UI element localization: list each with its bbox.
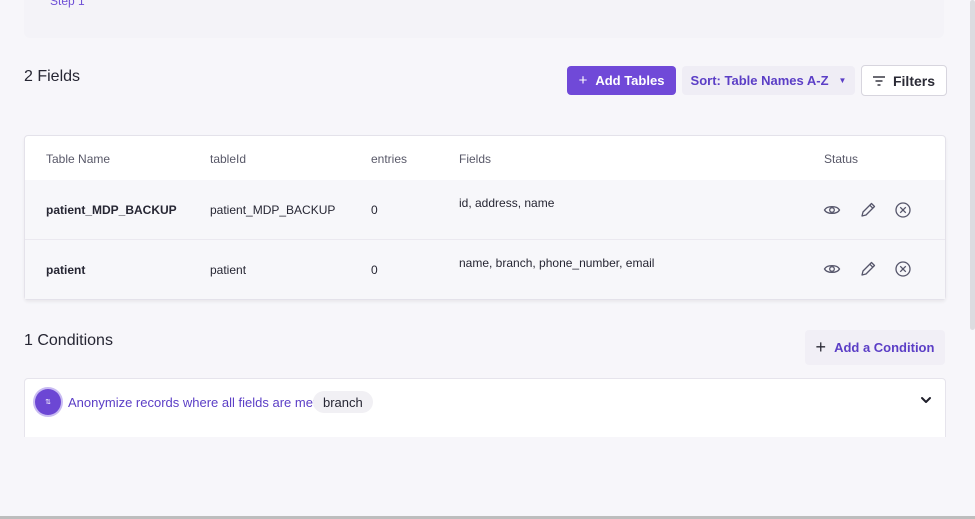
add-condition-button[interactable]: + Add a Condition [805,330,945,365]
chevron-down-icon[interactable] [919,393,933,407]
add-condition-label: Add a Condition [834,340,935,355]
filter-icon [872,75,885,86]
add-tables-button[interactable]: + Add Tables [567,66,676,95]
table-header: Table Name tableId entries Fields Status [25,136,945,181]
fields-count-title: 2 Fields [24,68,81,85]
condition-field-chip: branch [313,391,373,413]
table-row: patient patient 0 name, branch, phone_nu… [25,240,945,299]
chevron-down-icon: ▼ [838,76,847,85]
top-card-partial-text: Step 1 [50,0,85,8]
cell-table-id: patient [210,263,247,277]
cell-table-name: patient [46,263,86,277]
cell-table-id: patient_MDP_BACKUP [210,203,336,217]
cell-entries: 0 [371,263,378,277]
scrollbar[interactable] [970,0,975,330]
cell-fields: id, address, name [459,196,555,210]
cell-table-name: patient_MDP_BACKUP [46,203,177,217]
sort-label: Sort: Table Names A-Z [690,73,829,88]
condition-card[interactable]: ⇅ Anonymize records where all fields are… [24,378,946,437]
header-entries: entries [371,152,408,166]
pencil-icon[interactable] [859,201,877,219]
header-fields: Fields [459,152,492,166]
pencil-icon[interactable] [859,260,877,278]
sort-avatar-icon: ⇅ [35,389,61,415]
add-tables-label: Add Tables [595,73,665,88]
header-status: Status [824,152,859,166]
sort-dropdown[interactable]: Sort: Table Names A-Z ▼ [682,66,855,95]
filters-button[interactable]: Filters [861,65,947,96]
cell-entries: 0 [371,203,378,217]
table-row: patient_MDP_BACKUP patient_MDP_BACKUP 0 … [25,180,945,240]
eye-icon[interactable] [823,260,841,278]
header-table-name: Table Name [46,152,111,166]
close-circle-icon[interactable] [894,260,912,278]
eye-icon[interactable] [823,201,841,219]
plus-icon: + [578,72,588,89]
tables-table: Table Name tableId entries Fields Status… [24,135,946,300]
plus-icon: + [815,337,827,357]
cell-fields: name, branch, phone_number, email [459,256,655,270]
header-table-id: tableId [210,152,247,166]
conditions-count-title: 1 Conditions [24,332,113,349]
condition-text: Anonymize records where all fields are m… [68,395,317,410]
filters-label: Filters [892,72,935,89]
top-card: Step 1 [24,0,944,38]
close-circle-icon[interactable] [894,201,912,219]
